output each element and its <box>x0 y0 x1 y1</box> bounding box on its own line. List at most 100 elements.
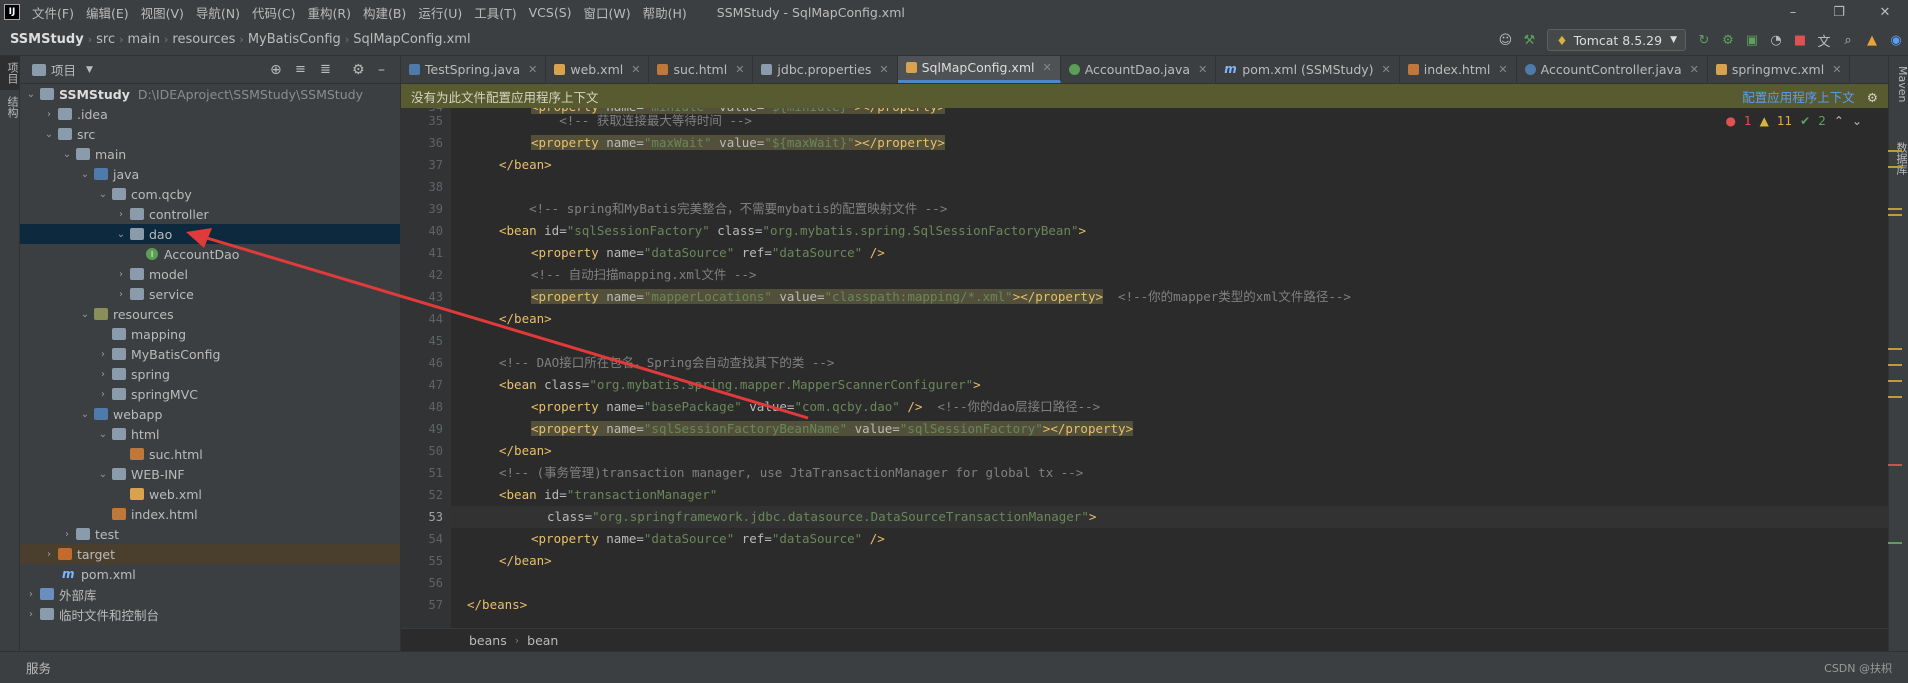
chevron-down-icon[interactable]: ⌄ <box>96 429 110 440</box>
tab-accountcontroller[interactable]: AccountController.java ✕ <box>1517 56 1708 83</box>
chevron-right-icon[interactable]: › <box>42 549 56 560</box>
plugin-icon[interactable]: ◉ <box>1885 29 1907 51</box>
menu-window[interactable]: 窗口(W) <box>578 3 637 22</box>
gear-icon[interactable]: ⚙ <box>1867 90 1878 105</box>
menu-view[interactable]: 视图(V) <box>135 3 190 22</box>
translate-icon[interactable]: 文 <box>1813 29 1835 51</box>
menu-tools[interactable]: 工具(T) <box>468 3 522 22</box>
close-tab-icon[interactable]: ✕ <box>735 63 744 76</box>
structure-tool-tab[interactable]: 结构 <box>0 90 20 124</box>
tree-node-webapp[interactable]: ⌄ webapp <box>20 404 400 424</box>
tab-web-xml[interactable]: web.xml ✕ <box>546 56 650 83</box>
gear-icon[interactable]: ⚙ <box>352 62 365 78</box>
chevron-down-icon[interactable]: ⌄ <box>78 169 92 180</box>
restore-icon[interactable]: ❐ <box>1816 0 1862 24</box>
close-tab-icon[interactable]: ✕ <box>528 63 537 76</box>
close-tab-icon[interactable]: ✕ <box>1690 63 1699 76</box>
tree-node-test[interactable]: › test <box>20 524 400 544</box>
tab-index-html[interactable]: index.html ✕ <box>1400 56 1517 83</box>
tree-node-idea[interactable]: › .idea <box>20 104 400 124</box>
chevron-right-icon[interactable]: › <box>96 389 110 400</box>
database-tool-tab[interactable]: 数据库 <box>1889 112 1908 185</box>
menu-code[interactable]: 代码(C) <box>246 3 301 22</box>
tree-node-mybatisconfig[interactable]: › MyBatisConfig <box>20 344 400 364</box>
chevron-right-icon[interactable]: › <box>114 269 128 280</box>
tree-node-scratches[interactable]: › 临时文件和控制台 <box>20 604 400 624</box>
project-tool-tab[interactable]: 项目 <box>0 56 20 90</box>
project-panel-title[interactable]: 项目 <box>51 60 76 79</box>
tree-node-web-xml[interactable]: web.xml <box>20 484 400 504</box>
tree-node-suc-html[interactable]: suc.html <box>20 444 400 464</box>
close-tab-icon[interactable]: ✕ <box>1832 63 1841 76</box>
close-tab-icon[interactable]: ✕ <box>879 63 888 76</box>
tree-node-resources[interactable]: ⌄ resources <box>20 304 400 324</box>
chevron-up-icon[interactable]: ⌃ <box>1834 114 1844 128</box>
inspection-indicators[interactable]: ● 1 ▲ 11 ✔ 2 ⌃ ⌄ <box>1726 114 1862 128</box>
tree-node-controller[interactable]: › controller <box>20 204 400 224</box>
profile-icon[interactable]: ◔ <box>1765 29 1787 51</box>
tree-node-html[interactable]: ⌄ html <box>20 424 400 444</box>
crumb-src[interactable]: src <box>92 32 119 47</box>
chevron-down-icon[interactable]: ▼ <box>86 65 93 75</box>
code-editor[interactable]: 34 35 36 37 38 39 40 41 42 43 44 45 46 4… <box>401 108 1888 628</box>
chevron-down-icon[interactable]: ⌄ <box>78 309 92 320</box>
maven-tool-tab[interactable]: Maven <box>1889 56 1908 112</box>
stop-icon[interactable]: ■ <box>1789 29 1811 51</box>
tab-pom[interactable]: m pom.xml (SSMStudy) ✕ <box>1216 56 1400 83</box>
close-tab-icon[interactable]: ✕ <box>631 63 640 76</box>
hide-panel-icon[interactable]: – <box>378 62 385 78</box>
expand-icon[interactable]: ≣ <box>320 62 331 77</box>
menu-help[interactable]: 帮助(H) <box>637 3 693 22</box>
run-configuration-select[interactable]: ♦ Tomcat 8.5.29 ▼ <box>1547 29 1686 51</box>
close-tab-icon[interactable]: ✕ <box>1498 63 1507 76</box>
tree-node-dao[interactable]: ⌄ dao <box>20 224 400 244</box>
tab-testspring[interactable]: TestSpring.java ✕ <box>401 56 547 83</box>
chevron-down-icon[interactable]: ⌄ <box>24 89 38 100</box>
tree-node-model[interactable]: › model <box>20 264 400 284</box>
tree-node-spring[interactable]: › spring <box>20 364 400 384</box>
tree-node-accountdao[interactable]: I AccountDao <box>20 244 400 264</box>
chevron-down-icon[interactable]: ⌄ <box>42 129 56 140</box>
chevron-right-icon[interactable]: › <box>114 209 128 220</box>
close-icon[interactable]: ✕ <box>1862 0 1908 24</box>
tree-node-main[interactable]: ⌄ main <box>20 144 400 164</box>
user-icon[interactable]: ☺ <box>1494 29 1516 51</box>
menu-vcs[interactable]: VCS(S) <box>523 5 578 20</box>
tab-springmvc-xml[interactable]: springmvc.xml ✕ <box>1708 56 1851 83</box>
tree-node-web-inf[interactable]: ⌄ WEB-INF <box>20 464 400 484</box>
close-tab-icon[interactable]: ✕ <box>1382 63 1391 76</box>
build-hammer-icon[interactable]: ⚒ <box>1518 29 1540 51</box>
close-tab-icon[interactable]: ✕ <box>1042 61 1051 74</box>
tab-sqlmapconfig[interactable]: SqlMapConfig.xml ✕ <box>897 56 1061 83</box>
debug-icon[interactable]: ⚙ <box>1717 29 1739 51</box>
crumb-mybatisconfig[interactable]: MyBatisConfig <box>244 32 345 47</box>
minimize-icon[interactable]: – <box>1770 0 1816 24</box>
menu-run[interactable]: 运行(U) <box>412 3 468 22</box>
menu-refactor[interactable]: 重构(R) <box>302 3 357 22</box>
chevron-right-icon[interactable]: › <box>42 109 56 120</box>
tree-node-springmvc[interactable]: › springMVC <box>20 384 400 404</box>
tree-node-service[interactable]: › service <box>20 284 400 304</box>
tree-node-external-libs[interactable]: › 外部库 <box>20 584 400 604</box>
search-icon[interactable]: ⌕ <box>1837 29 1859 51</box>
chevron-right-icon[interactable]: › <box>114 289 128 300</box>
menu-edit[interactable]: 编辑(E) <box>80 3 135 22</box>
tree-node-target[interactable]: › target <box>20 544 400 564</box>
configure-context-link[interactable]: 配置应用程序上下文 <box>1742 90 1855 105</box>
chevron-down-icon[interactable]: ⌄ <box>1852 114 1862 128</box>
chevron-down-icon[interactable]: ⌄ <box>96 469 110 480</box>
menu-build[interactable]: 构建(B) <box>357 3 412 22</box>
chevron-right-icon[interactable]: › <box>24 589 38 600</box>
collapse-all-icon[interactable]: ≡ <box>295 62 306 77</box>
update-icon[interactable]: ▲ <box>1861 29 1883 51</box>
breadcrumb-bean[interactable]: bean <box>527 633 558 648</box>
tree-node-pom[interactable]: m pom.xml <box>20 564 400 584</box>
rerun-icon[interactable]: ↻ <box>1693 29 1715 51</box>
locate-icon[interactable]: ⊕ <box>270 62 282 78</box>
chevron-down-icon[interactable]: ⌄ <box>96 189 110 200</box>
menu-file[interactable]: 文件(F) <box>26 3 80 22</box>
chevron-right-icon[interactable]: › <box>24 609 38 620</box>
services-tool-tab[interactable]: 服务 <box>26 658 51 677</box>
tree-node-mapping[interactable]: mapping <box>20 324 400 344</box>
tab-jdbc-properties[interactable]: jdbc.properties ✕ <box>753 56 898 83</box>
